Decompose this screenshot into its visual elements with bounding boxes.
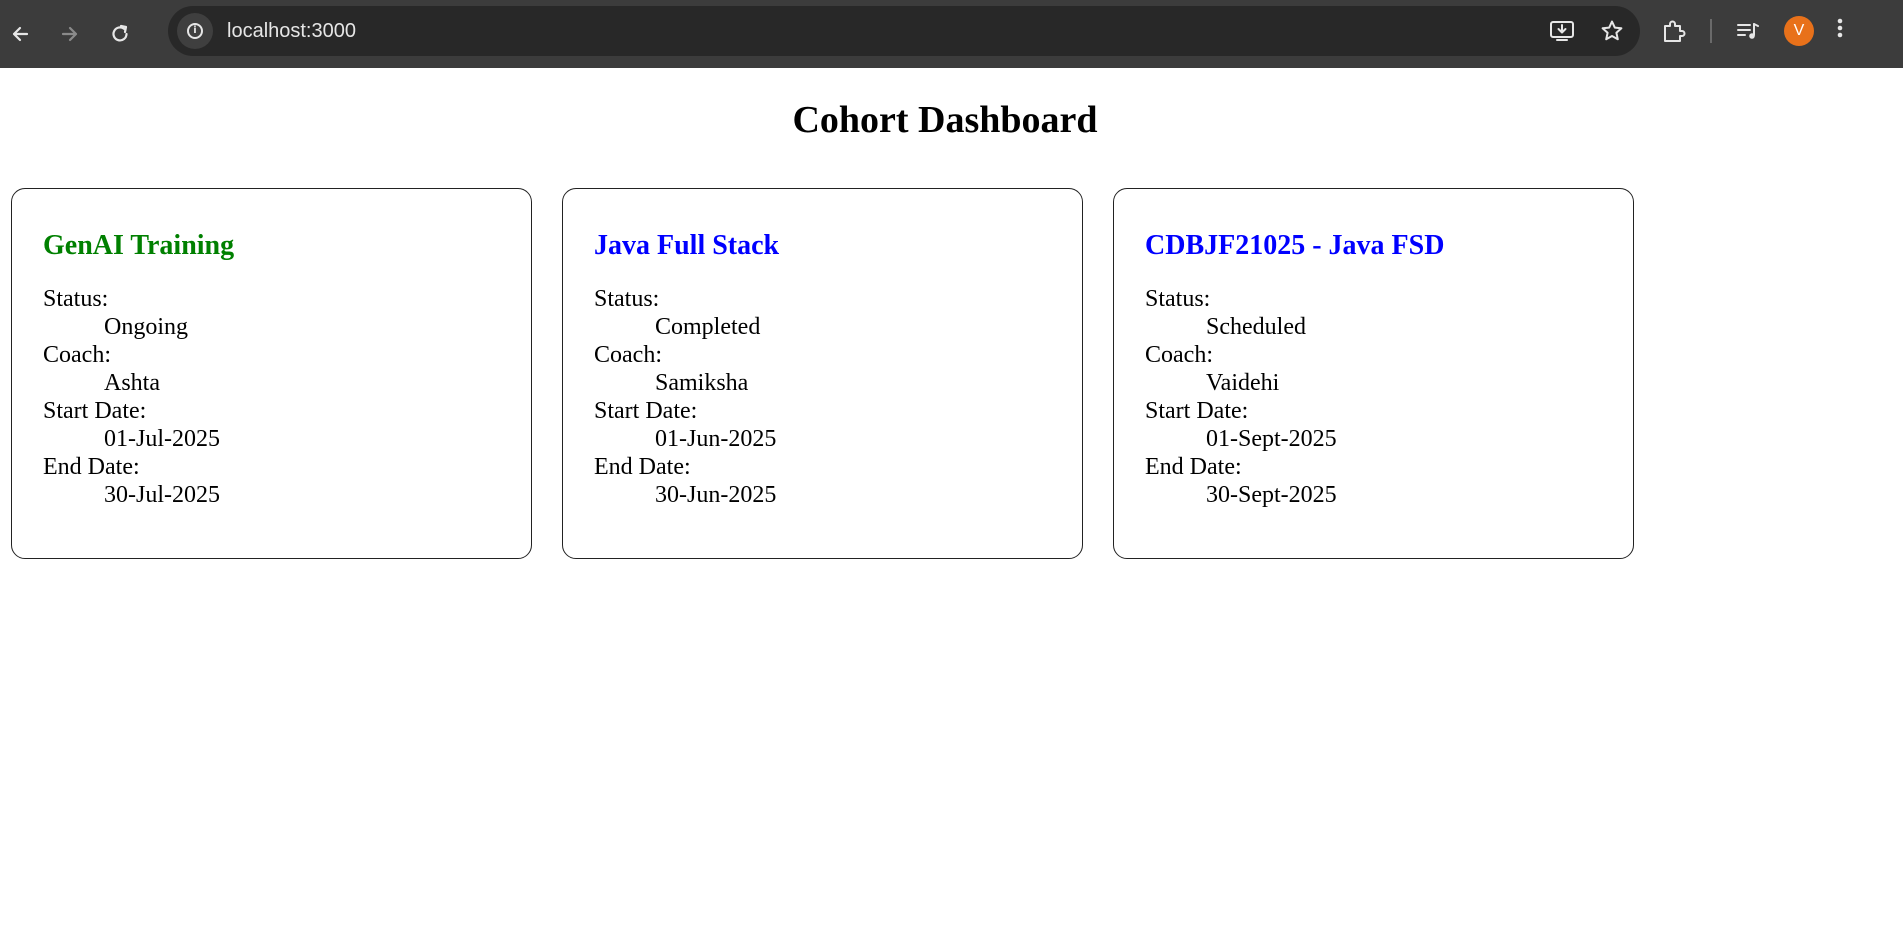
cohort-card: GenAI Training Status: Ongoing Coach: As… bbox=[11, 188, 532, 559]
coach-label: Coach: bbox=[1145, 341, 1213, 368]
kebab-menu-icon[interactable] bbox=[1836, 16, 1844, 46]
puzzle-icon bbox=[1664, 20, 1686, 42]
coach-value: Vaidehi bbox=[1206, 369, 1280, 396]
start-date-label: Start Date: bbox=[1145, 397, 1249, 424]
end-date-label: End Date: bbox=[43, 453, 140, 480]
status-value: Ongoing bbox=[104, 313, 188, 340]
status-label: Status: bbox=[594, 285, 660, 312]
cohort-card-list: GenAI Training Status: Ongoing Coach: As… bbox=[11, 188, 1634, 559]
reload-button[interactable] bbox=[100, 14, 140, 54]
status-label: Status: bbox=[1145, 285, 1211, 312]
start-date-value: 01-Jul-2025 bbox=[104, 425, 220, 452]
install-app-icon bbox=[1550, 21, 1574, 41]
start-date-value: 01-Jun-2025 bbox=[655, 425, 777, 452]
profile-avatar[interactable]: V bbox=[1784, 16, 1814, 46]
status-label: Status: bbox=[43, 285, 109, 312]
address-bar-actions bbox=[1548, 6, 1626, 56]
end-date-value: 30-Sept-2025 bbox=[1206, 481, 1337, 508]
cohort-details: Status: Scheduled Coach: Vaidehi Start D… bbox=[1145, 285, 1602, 509]
arrow-left-icon bbox=[12, 26, 29, 42]
arrow-right-icon bbox=[61, 26, 78, 42]
coach-value: Ashta bbox=[104, 369, 160, 396]
reload-icon bbox=[112, 24, 128, 42]
cohort-card: Java Full Stack Status: Completed Coach:… bbox=[562, 188, 1083, 559]
back-button[interactable] bbox=[0, 14, 40, 54]
start-date-label: Start Date: bbox=[594, 397, 698, 424]
cohort-name: GenAI Training bbox=[43, 230, 235, 261]
cohort-details: Status: Completed Coach: Samiksha Start … bbox=[594, 285, 1051, 509]
bookmark-button[interactable] bbox=[1598, 17, 1626, 45]
status-value: Completed bbox=[655, 313, 761, 340]
forward-button[interactable] bbox=[50, 14, 90, 54]
media-control-icon bbox=[1737, 23, 1759, 39]
end-date-value: 30-Jul-2025 bbox=[104, 481, 220, 508]
browser-right-tools: V bbox=[1660, 0, 1844, 62]
coach-label: Coach: bbox=[594, 341, 662, 368]
media-control-button[interactable] bbox=[1734, 17, 1762, 45]
cohort-details: Status: Ongoing Coach: Ashta Start Date:… bbox=[43, 285, 500, 509]
cohort-name: Java Full Stack bbox=[594, 230, 780, 261]
coach-value: Samiksha bbox=[655, 369, 749, 396]
end-date-value: 30-Jun-2025 bbox=[655, 481, 777, 508]
site-info-button[interactable]: i bbox=[177, 13, 213, 49]
page-title: Cohort Dashboard bbox=[792, 99, 1098, 141]
star-icon bbox=[1601, 20, 1623, 41]
end-date-label: End Date: bbox=[594, 453, 691, 480]
browser-toolbar: i localhost:3000 V bbox=[0, 0, 1903, 68]
extensions-button[interactable] bbox=[1660, 17, 1688, 45]
cohort-card: CDBJF21025 - Java FSD Status: Scheduled … bbox=[1113, 188, 1634, 559]
status-value: Scheduled bbox=[1206, 313, 1306, 340]
end-date-label: End Date: bbox=[1145, 453, 1242, 480]
toolbar-divider bbox=[1710, 19, 1712, 43]
start-date-label: Start Date: bbox=[43, 397, 147, 424]
cohort-name: CDBJF21025 - Java FSD bbox=[1145, 230, 1445, 261]
url-text[interactable]: localhost:3000 bbox=[227, 20, 356, 43]
address-bar[interactable]: i localhost:3000 bbox=[168, 6, 1640, 56]
install-app-button[interactable] bbox=[1548, 17, 1576, 45]
info-icon: i bbox=[187, 23, 203, 39]
coach-label: Coach: bbox=[43, 341, 111, 368]
start-date-value: 01-Sept-2025 bbox=[1206, 425, 1337, 452]
page-content: Cohort Dashboard GenAI Training Status: … bbox=[0, 68, 1903, 934]
